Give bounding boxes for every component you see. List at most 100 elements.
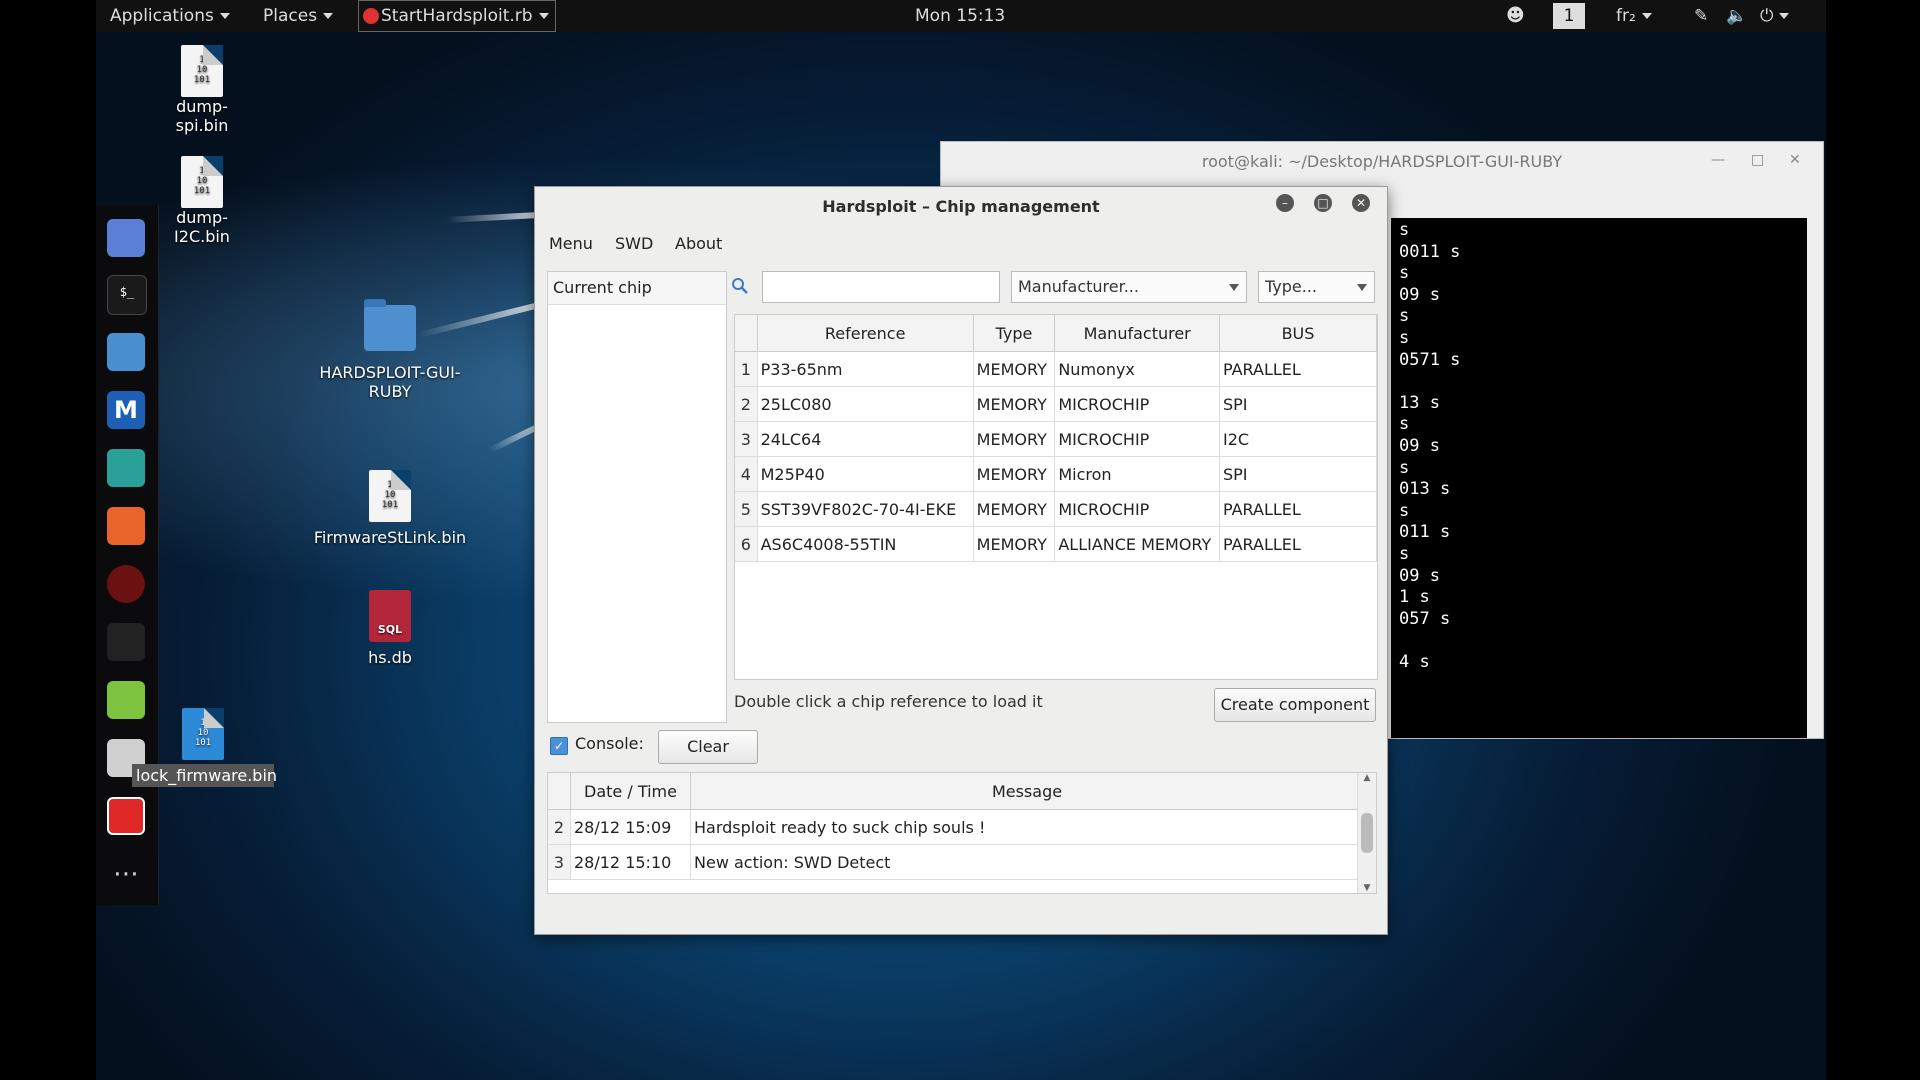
terminal-icon[interactable]: $_	[107, 275, 147, 315]
terminal-line: s	[1399, 457, 1410, 478]
clear-button[interactable]: Clear	[658, 730, 758, 764]
table-row[interactable]: 1 P33-65nm MEMORY Numonyx PARALLEL	[735, 351, 1377, 387]
app-icon	[363, 8, 379, 24]
cell-type[interactable]: MEMORY	[973, 386, 1056, 422]
volume-icon[interactable]: 🔈	[1726, 0, 1747, 32]
column-header-reference[interactable]: Reference	[757, 315, 974, 352]
table-row[interactable]: 2 25LC080 MEMORY MICROCHIP SPI	[735, 386, 1377, 422]
cell-bus[interactable]: PARALLEL	[1219, 526, 1377, 562]
list-item[interactable]: 3 28/12 15:10 New action: SWD Detect	[548, 844, 1364, 880]
scrollbar-thumb[interactable]	[1361, 813, 1373, 853]
current-chip-header[interactable]: Current chip	[548, 272, 726, 305]
cell-manufacturer[interactable]: ALLIANCE MEMORY	[1054, 526, 1220, 562]
minimize-icon[interactable]: —	[1711, 152, 1725, 168]
scroll-up-icon[interactable]: ▲	[1358, 773, 1376, 783]
cell-manufacturer[interactable]: MICROCHIP	[1054, 421, 1220, 457]
desktop-file-dump-i2c[interactable]: 1 10 101 dump-I2C.bin	[150, 156, 254, 246]
column-header-message[interactable]: Message	[690, 773, 1364, 810]
row-number[interactable]: 6	[735, 526, 758, 562]
desktop-file-firmware[interactable]: 1 10 101 FirmwareStLink.bin	[310, 470, 470, 547]
places-menu[interactable]: Places	[263, 0, 334, 32]
scroll-down-icon[interactable]: ▼	[1358, 883, 1376, 893]
cell-reference[interactable]: 25LC080	[757, 386, 974, 422]
row-number[interactable]: 4	[735, 456, 758, 492]
maximize-icon[interactable]: □	[1314, 194, 1332, 212]
row-number[interactable]: 5	[735, 491, 758, 527]
table-row[interactable]: 5 SST39VF802C-70-4I-EKE MEMORY MICROCHIP PAR…	[735, 491, 1377, 527]
menu-menu[interactable]: Menu	[549, 229, 593, 259]
chevron-down-icon	[1779, 13, 1790, 19]
cell-type[interactable]: MEMORY	[973, 491, 1056, 527]
table-row[interactable]: 4 M25P40 MEMORY Micron SPI	[735, 456, 1377, 492]
menu-swd[interactable]: SWD	[615, 229, 653, 259]
metasploit-icon[interactable]: M	[107, 391, 145, 429]
cell-bus[interactable]: SPI	[1219, 386, 1377, 422]
power-icon[interactable]: ⏻	[1760, 0, 1790, 32]
cell-bus[interactable]: PARALLEL	[1219, 351, 1377, 387]
table-row[interactable]: 6 AS6C4008-55TIN MEMORY ALLIANCE MEMORY PARA…	[735, 526, 1377, 562]
desktop-folder-hardsploit[interactable]: HARDSPLOIT-GUI- RUBY	[310, 299, 470, 401]
column-header-datetime[interactable]: Date / Time	[570, 773, 691, 810]
row-number[interactable]: 3	[735, 421, 758, 457]
app-grid-icon[interactable]: ⋯	[107, 855, 145, 893]
table-row[interactable]: 3 24LC64 MEMORY MICROCHIP I2C	[735, 421, 1377, 457]
search-input[interactable]	[762, 271, 1000, 303]
terminal-line: s	[1399, 306, 1410, 327]
applications-menu[interactable]: Applications	[110, 0, 230, 32]
cell-reference[interactable]: SST39VF802C-70-4I-EKE	[757, 491, 974, 527]
cell-reference[interactable]: AS6C4008-55TIN	[757, 526, 974, 562]
cell-type[interactable]: MEMORY	[973, 526, 1056, 562]
manufacturer-select[interactable]: Manufacturer...	[1011, 271, 1247, 303]
tool-icon[interactable]	[107, 623, 145, 661]
cell-manufacturer[interactable]: MICROCHIP	[1054, 386, 1220, 422]
cell-reference[interactable]: 24LC64	[757, 421, 974, 457]
cell-reference[interactable]: P33-65nm	[757, 351, 974, 387]
list-item[interactable]: 2 28/12 15:09 Hardsploit ready to suck chi…	[548, 809, 1364, 845]
console-log-table: Date / Time Message 2 28/12 15:09 Hardsplo…	[547, 772, 1377, 894]
desktop-file-lock-firmware[interactable]: 1 10 101 lock_firmware.bin	[132, 708, 277, 787]
cell-manufacturer[interactable]: MICROCHIP	[1054, 491, 1220, 527]
cell-bus[interactable]: I2C	[1219, 421, 1377, 457]
cell-type[interactable]: MEMORY	[973, 456, 1056, 492]
row-number[interactable]: 2	[735, 386, 758, 422]
active-app-menu[interactable]: StartHardsploit.rb	[358, 0, 556, 32]
column-header-type[interactable]: Type	[973, 315, 1056, 352]
terminal-output[interactable]: s 0011 s s 09 s s s 0571 s 13 s s 09 s s 013 s s 011 …	[1391, 218, 1807, 738]
clock[interactable]: Mon 15:13	[915, 0, 1005, 32]
type-select[interactable]: Type...	[1258, 271, 1375, 303]
column-header-manufacturer[interactable]: Manufacturer	[1054, 315, 1220, 352]
people-icon[interactable]: ☻	[1506, 0, 1525, 32]
hardsploit-icon[interactable]	[107, 797, 145, 835]
console-checkbox[interactable]: ✓	[550, 737, 568, 755]
cell-bus[interactable]: SPI	[1219, 456, 1377, 492]
current-chip-pane: Current chip	[547, 271, 727, 723]
create-component-button[interactable]: Create component	[1214, 688, 1376, 722]
burp-icon[interactable]	[107, 507, 145, 545]
row-number[interactable]: 1	[735, 351, 758, 387]
type-select-value: Type...	[1265, 277, 1318, 296]
close-icon[interactable]: ✕	[1352, 194, 1370, 212]
terminal-line: s	[1399, 544, 1410, 564]
armitage-icon[interactable]	[107, 449, 145, 487]
cell-type[interactable]: MEMORY	[973, 351, 1056, 387]
cell-manufacturer[interactable]: Numonyx	[1054, 351, 1220, 387]
ghost-app-icon[interactable]	[107, 219, 145, 257]
cell-datetime: 28/12 15:09	[570, 809, 691, 845]
menu-about[interactable]: About	[675, 229, 722, 259]
cell-reference[interactable]: M25P40	[757, 456, 974, 492]
minimize-icon[interactable]: –	[1276, 194, 1294, 212]
workspace-indicator[interactable]: 1	[1553, 0, 1585, 32]
faraday-icon[interactable]	[107, 565, 145, 603]
column-header-bus[interactable]: BUS	[1219, 315, 1377, 352]
log-scrollbar[interactable]: ▲ ▼	[1357, 773, 1376, 893]
cell-bus[interactable]: PARALLEL	[1219, 491, 1377, 527]
maximize-icon[interactable]: □	[1751, 152, 1764, 168]
desktop-file-hsdb[interactable]: SQL hs.db	[340, 590, 440, 667]
files-icon[interactable]	[107, 333, 145, 371]
network-icon[interactable]: ✎	[1694, 0, 1708, 32]
cell-manufacturer[interactable]: Micron	[1054, 456, 1220, 492]
keyboard-layout[interactable]: fr₂	[1616, 0, 1652, 32]
desktop-file-dump-spi[interactable]: 1 10 101 dump-spi.bin	[150, 45, 254, 135]
close-icon[interactable]: ✕	[1789, 152, 1801, 168]
cell-type[interactable]: MEMORY	[973, 421, 1056, 457]
